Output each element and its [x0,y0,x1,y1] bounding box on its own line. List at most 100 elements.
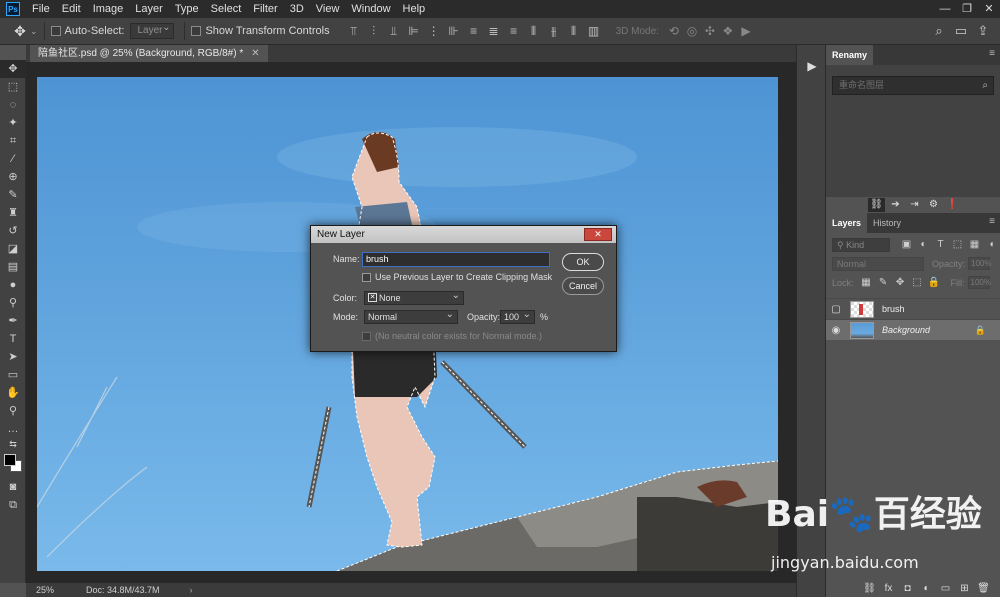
auto-select-dropdown[interactable]: Layer [130,21,175,39]
panel-menu-icon[interactable]: ≡ [989,216,995,227]
lock-transparent-icon[interactable]: ▦ [858,277,875,288]
swap-colors-icon[interactable]: ⇆ [0,438,26,450]
auto-select-checkbox[interactable]: Auto-Select: [50,25,124,37]
distribute-top-icon[interactable]: ≡ [464,23,484,39]
clipping-mask-checkbox[interactable] [362,273,371,282]
blur-tool-icon[interactable]: ● [0,276,26,294]
kind-filter-dropdown[interactable]: ⚲ Kind [832,237,890,252]
workspace-icon[interactable]: ▭ [950,23,972,39]
history-brush-tool-icon[interactable]: ↺ [0,222,26,240]
menu-view[interactable]: View [310,0,346,18]
new-group-icon[interactable]: ▭ [937,583,954,594]
play-icon[interactable]: ▶ [804,58,820,74]
document-tab[interactable]: 陪鱼社区.psd @ 25% (Background, RGB/8#) * ✕ [30,45,268,62]
pixel-filter-icon[interactable]: ▣ [898,239,915,250]
menu-window[interactable]: Window [345,0,396,18]
menu-filter[interactable]: Filter [247,0,283,18]
align-top-icon[interactable]: ⫪ [344,23,364,39]
layer-name[interactable]: brush [882,304,905,314]
brush-tool-icon[interactable]: ✎ [0,186,26,204]
arrow-switch-icon[interactable]: ⇥ [906,198,923,212]
lasso-tool-icon[interactable]: ◌ [0,96,26,114]
shape-tool-icon[interactable]: ▭ [0,366,26,384]
eraser-tool-icon[interactable]: ◪ [0,240,26,258]
smart-object-filter-icon[interactable]: ▦ [966,239,983,250]
opacity-field[interactable]: 100% [968,257,991,270]
eyedropper-tool-icon[interactable]: ⁄ [0,150,26,168]
path-selection-tool-icon[interactable]: ➤ [0,348,26,366]
menu-select[interactable]: Select [205,0,248,18]
auto-select-check[interactable] [50,26,61,36]
arrow-right-icon[interactable]: ➔ [887,198,904,212]
quick-mask-icon[interactable]: ◙ [0,478,26,496]
panel-menu-icon[interactable]: ≡ [989,48,995,59]
screen-mode-icon[interactable]: ⧉ [0,496,26,514]
magic-wand-tool-icon[interactable]: ✦ [0,114,26,132]
layer-row-brush[interactable]: ▢ brush [826,298,1000,319]
zoom-tool-icon[interactable]: ⚲ [0,402,26,420]
add-mask-icon[interactable]: ◘ [899,583,916,594]
marquee-tool-icon[interactable]: ⬚ [0,78,26,96]
close-tab-icon[interactable]: ✕ [251,45,259,62]
tool-preset-chevron-icon[interactable]: ⌄ [30,26,38,37]
menu-edit[interactable]: Edit [56,0,87,18]
adjustment-filter-icon[interactable]: ◐ [915,239,932,250]
blend-mode-dropdown[interactable]: Normal [832,256,924,271]
distribute-vcenter-icon[interactable]: ≣ [484,23,504,39]
foreground-color-swatch[interactable] [4,454,16,466]
share-icon[interactable]: ⇪ [972,23,994,39]
opacity-input[interactable]: 100 ⌄ [500,309,535,324]
shape-filter-icon[interactable]: ⬚ [949,239,966,250]
slide-3d-icon[interactable]: ❖ [719,24,737,38]
gradient-tool-icon[interactable]: ▤ [0,258,26,276]
menu-type[interactable]: Type [169,0,205,18]
new-layer-icon[interactable]: ⊞ [956,583,973,594]
info-icon[interactable]: ❗ [944,198,961,212]
minimize-icon[interactable]: — [934,0,956,18]
scale-3d-icon[interactable]: ▶ [737,24,755,38]
pen-tool-icon[interactable]: ✒ [0,312,26,330]
menu-file[interactable]: File [26,0,56,18]
visibility-toggle-off[interactable]: ▢ [826,304,846,315]
distribute-bottom-icon[interactable]: ≡ [504,23,524,39]
distribute-right-icon[interactable]: ⫴ [564,23,584,39]
layer-row-background[interactable]: ◉ Background 🔒 [826,319,1000,340]
renamy-search-input[interactable]: 重命名图层 ⌕ [832,76,994,95]
adjustment-layer-icon[interactable]: ◐ [918,583,935,594]
align-left-icon[interactable]: ⊫ [404,23,424,39]
move-tool-icon[interactable]: ✥ [0,60,26,78]
menu-help[interactable]: Help [397,0,432,18]
filter-toggle-icon[interactable]: ◖ [983,239,1000,250]
close-icon[interactable]: ✕ [978,0,1000,18]
lock-all-icon[interactable]: 🔒 [926,277,943,288]
pan-3d-icon[interactable]: ✣ [701,24,719,38]
link-icon[interactable]: ⛓ [868,198,885,212]
chevron-down-icon[interactable]: ⌄ [523,309,531,321]
auto-align-icon[interactable]: ▥ [584,23,604,39]
fill-field[interactable]: 100% [967,276,991,289]
trash-icon[interactable]: 🗑 [975,583,992,594]
align-bottom-icon[interactable]: ⫫ [384,23,404,39]
align-vcenter-icon[interactable]: ⫶ [364,23,384,39]
stamp-tool-icon[interactable]: ♜ [0,204,26,222]
type-filter-icon[interactable]: T [932,239,949,250]
transform-controls-checkbox[interactable]: Show Transform Controls [191,25,330,37]
dodge-tool-icon[interactable]: ⚲ [0,294,26,312]
crop-tool-icon[interactable]: ⌗ [0,132,26,150]
lock-artboard-icon[interactable]: ⬚ [909,277,926,288]
status-menu-icon[interactable]: › [190,585,193,595]
menu-image[interactable]: Image [87,0,130,18]
ok-button[interactable]: OK [562,253,604,271]
lock-position-icon[interactable]: ✥ [892,277,909,288]
hand-tool-icon[interactable]: ✋ [0,384,26,402]
lock-pixels-icon[interactable]: ✎ [875,277,892,288]
tab-layers[interactable]: Layers [826,213,868,233]
layer-name-input[interactable]: brush [362,252,550,267]
search-icon[interactable]: ⌕ [928,23,950,39]
search-icon[interactable]: ⌕ [982,77,988,94]
tab-renamy[interactable]: Renamy [826,45,874,65]
link-layers-icon[interactable]: ⛓ [861,583,878,594]
close-icon[interactable]: ✕ [584,228,612,241]
tab-history[interactable]: History [867,213,907,233]
menu-3d[interactable]: 3D [284,0,310,18]
